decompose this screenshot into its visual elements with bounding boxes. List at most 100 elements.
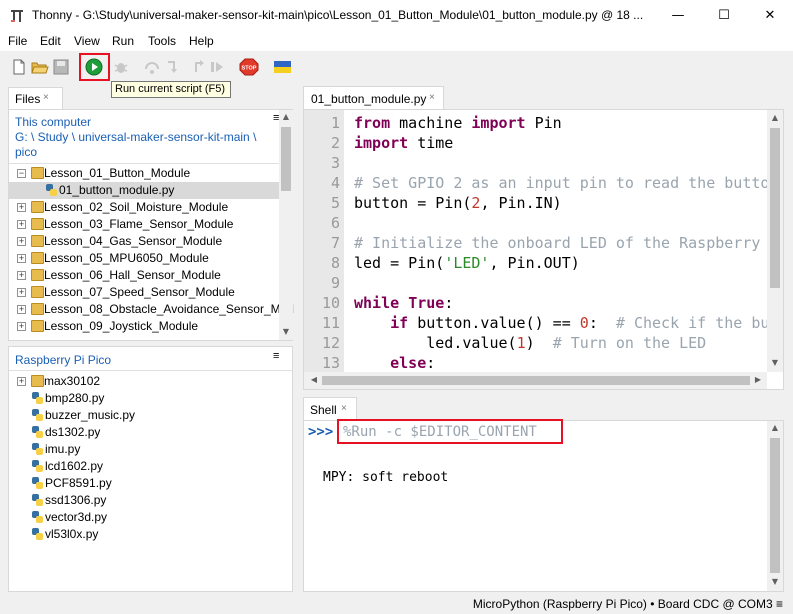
code-line: # Initialize the onboard LED of the Rasp… [354, 234, 760, 252]
debug-icon[interactable] [112, 58, 130, 76]
folder-item[interactable]: + Lesson_02_Soil_Moisture_Module [9, 199, 285, 216]
file-item[interactable]: vl53l0x.py [9, 526, 285, 543]
stop-icon[interactable]: STOP [239, 58, 259, 76]
editor-v-scrollbar[interactable]: ▲ ▼ [767, 110, 783, 372]
expand-icon[interactable]: + [17, 220, 26, 229]
folder-item[interactable]: + Lesson_09_Joystick_Module [9, 318, 285, 335]
ukraine-flag-icon[interactable] [273, 58, 292, 76]
interpreter-status[interactable]: MicroPython (Raspberry Pi Pico) • Board … [473, 597, 783, 611]
shell-tab[interactable]: Shell × [303, 397, 357, 421]
close-button[interactable]: ✕ [747, 0, 793, 31]
expand-icon[interactable]: + [17, 377, 26, 386]
tree-item-label: Lesson_04_Gas_Sensor_Module [44, 234, 223, 248]
shell-output: MPY: soft reboot [323, 470, 449, 485]
shell-scrollbar[interactable]: ▲ ▼ [767, 421, 783, 591]
folder-icon [31, 252, 44, 264]
device-heading[interactable]: Raspberry Pi Pico [15, 353, 111, 367]
menu-run[interactable]: Run [112, 34, 134, 48]
scroll-thumb[interactable] [322, 376, 750, 385]
folder-item[interactable]: + Lesson_03_Flame_Sensor_Module [9, 216, 285, 233]
scroll-thumb[interactable] [770, 438, 780, 573]
shell-tab-label: Shell [310, 403, 337, 417]
tree-item-label: lcd1602.py [45, 459, 104, 473]
open-folder-icon[interactable] [31, 58, 49, 76]
tree-item-label: Lesson_03_Flame_Sensor_Module [44, 217, 234, 231]
status-bar: MicroPython (Raspberry Pi Pico) • Board … [0, 593, 793, 614]
editor-h-scrollbar[interactable]: ◀ ▶ [304, 372, 767, 389]
code-token: 0 [579, 314, 589, 332]
folder-item[interactable]: + Lesson_08_Obstacle_Avoidance_Sensor_Mod [9, 301, 294, 318]
file-item[interactable]: vector3d.py [9, 509, 285, 526]
code-line: led = Pin('LED', Pin.OUT) [354, 254, 580, 272]
device-panel-menu-icon[interactable]: ≡ [273, 350, 279, 362]
code-token: , Pin.IN) [480, 194, 562, 212]
folder-item[interactable]: + Lesson_07_Speed_Sensor_Module [9, 284, 285, 301]
file-item[interactable]: imu.py [9, 441, 285, 458]
line-number: 13 [321, 354, 340, 372]
line-number-gutter: 1 2 3 4 5 6 7 8 9 10 11 12 13 [304, 110, 344, 372]
expand-icon[interactable]: + [17, 322, 26, 331]
resume-icon[interactable] [208, 58, 226, 76]
python-file-icon [31, 493, 45, 507]
expand-icon[interactable]: + [17, 288, 26, 297]
local-path[interactable]: G: \ Study \ universal-maker-sensor-kit-… [15, 130, 256, 144]
folder-item[interactable]: + Lesson_04_Gas_Sensor_Module [9, 233, 285, 250]
step-over-icon[interactable] [143, 58, 161, 76]
file-item[interactable]: lcd1602.py [9, 458, 285, 475]
menu-edit[interactable]: Edit [40, 34, 61, 48]
tab-files[interactable]: Files × [8, 87, 63, 109]
code-line: else: [354, 354, 435, 372]
menu-file[interactable]: File [8, 34, 27, 48]
code-token: time [408, 134, 454, 152]
editor-tab[interactable]: 01_button_module.py × [303, 86, 444, 110]
new-file-icon[interactable] [10, 58, 28, 76]
step-out-icon[interactable] [187, 58, 205, 76]
python-file-icon [31, 459, 45, 473]
line-number: 8 [330, 254, 340, 272]
run-icon[interactable] [85, 58, 103, 76]
folder-item[interactable]: − Lesson_01_Button_Module [9, 165, 285, 182]
scroll-thumb[interactable] [281, 127, 291, 191]
code-editor[interactable]: 1 2 3 4 5 6 7 8 9 10 11 12 13 from machine import Pi… [303, 109, 784, 390]
file-item[interactable]: ssd1306.py [9, 492, 285, 509]
close-icon[interactable]: × [429, 92, 435, 103]
minimize-button[interactable]: — [655, 0, 701, 31]
shell-console[interactable]: >>> %Run -c $EDITOR_CONTENT MPY: soft re… [303, 419, 784, 592]
local-scrollbar[interactable]: ▲ ▼ [279, 110, 293, 340]
expand-icon[interactable]: + [17, 271, 26, 280]
file-item[interactable]: buzzer_music.py [9, 407, 285, 424]
line-number: 6 [330, 214, 340, 232]
folder-item[interactable]: + Lesson_05_MPU6050_Module [9, 250, 285, 267]
code-line: # Set GPIO 2 as an input pin to read the… [354, 174, 769, 192]
code-token: while [354, 294, 400, 312]
menu-view[interactable]: View [74, 34, 100, 48]
local-path-tail[interactable]: pico [15, 145, 37, 159]
close-icon[interactable]: × [43, 92, 49, 103]
file-item[interactable]: PCF8591.py [9, 475, 285, 492]
code-line: led.value(1) # Turn on the LED [354, 334, 706, 352]
close-icon[interactable]: × [341, 403, 347, 414]
menu-help[interactable]: Help [189, 34, 214, 48]
save-icon[interactable] [52, 58, 70, 76]
menu-tools[interactable]: Tools [148, 34, 176, 48]
file-item[interactable]: 01_button_module.py [9, 182, 285, 199]
local-heading[interactable]: This computer [15, 115, 91, 129]
expand-icon[interactable]: + [17, 254, 26, 263]
python-file-icon [31, 408, 45, 422]
step-into-icon[interactable] [165, 58, 183, 76]
line-number: 1 [330, 114, 340, 132]
tree-item-label: Lesson_05_MPU6050_Module [44, 251, 209, 265]
expand-icon[interactable]: + [17, 305, 26, 314]
collapse-icon[interactable]: − [17, 169, 26, 178]
folder-item[interactable]: + max30102 [9, 373, 285, 390]
folder-item[interactable]: + Lesson_06_Hall_Sensor_Module [9, 267, 285, 284]
line-number: 10 [321, 294, 340, 312]
expand-icon[interactable]: + [17, 237, 26, 246]
file-item[interactable]: bmp280.py [9, 390, 285, 407]
scroll-thumb[interactable] [770, 128, 780, 288]
file-item[interactable]: ds1302.py [9, 424, 285, 441]
maximize-button[interactable]: ☐ [701, 0, 747, 31]
expand-icon[interactable]: + [17, 203, 26, 212]
code-token: import [471, 114, 526, 132]
